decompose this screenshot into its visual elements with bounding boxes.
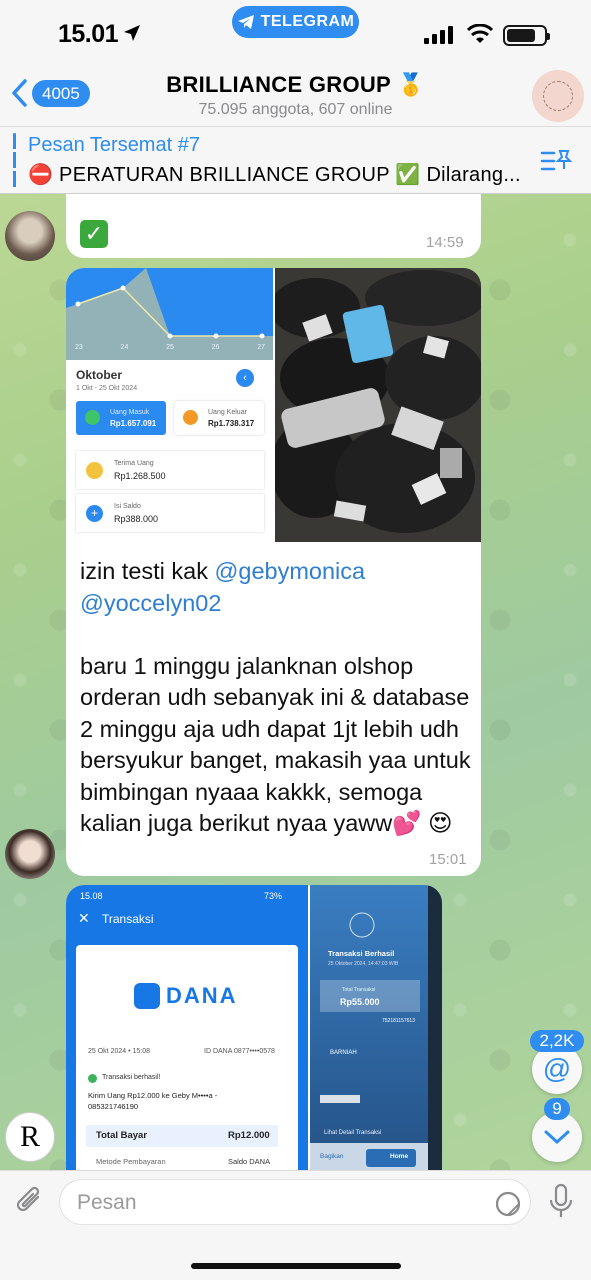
message-text-intro: izin testi kak — [80, 558, 215, 584]
chart-tick: 23 — [75, 344, 83, 351]
sender-avatar[interactable]: R — [5, 1112, 55, 1162]
message-body: baru 1 minggu jalanknan olshop orderan u… — [80, 652, 471, 837]
message-time: 14:59 — [426, 234, 464, 251]
shot-receipt-card: DANA 25 Okt 2024 • 15:08 ID DANA 0877•••… — [76, 945, 298, 1185]
at-sign-icon: @ — [542, 1053, 572, 1084]
sender-avatar[interactable] — [5, 829, 55, 879]
battery-icon — [503, 25, 550, 46]
photo-dana-receipt[interactable]: 15.08 73% ✕ Transaksi DANA 25 Okt 2024 •… — [66, 885, 308, 1185]
status-bar: 15.01 TELEGRAM — [0, 0, 591, 70]
shot-chevron-icon: ‹ — [236, 369, 254, 387]
shot-row: Terima Uang Rp1.268.500 — [76, 451, 264, 489]
sticker-icon[interactable] — [494, 1190, 522, 1218]
shot-month: Oktober — [76, 368, 123, 382]
shot-in-value: Rp1.657.091 — [110, 419, 157, 428]
attachment-icon[interactable] — [14, 1185, 46, 1219]
pinned-indicator — [13, 133, 16, 189]
shot-out-label: Uang Keluar — [208, 409, 247, 416]
group-title[interactable]: BRILLIANCE GROUP 🥇 — [0, 72, 591, 98]
message-bubble[interactable]: 23 24 25 26 27 Oktober 1 Okt - 25 Okt 20… — [66, 268, 481, 876]
status-time: 15.01 — [58, 20, 119, 48]
chart-tick: 24 — [120, 344, 129, 351]
chart-tick: 25 — [166, 344, 174, 351]
chevron-down-icon — [544, 1130, 570, 1145]
shot-status-batt: 73% — [264, 891, 283, 901]
pinned-message-bar[interactable]: Pesan Tersemat #7 ⛔ PERATURAN BRILLIANCE… — [0, 126, 591, 194]
shot-close-icon: ✕ — [78, 910, 90, 926]
message-time: 15:01 — [429, 851, 467, 868]
shot-out-card: Uang Keluar Rp1.738.317 — [174, 401, 264, 435]
shot-out-value: Rp1.738.317 — [208, 419, 255, 428]
mention-link[interactable]: @gebymonica — [215, 558, 366, 584]
shot-in-label: Uang Masuk — [110, 409, 150, 416]
unread-count-badge: 9 — [544, 1098, 570, 1120]
pinned-label: Pesan Tersemat #7 — [28, 134, 200, 156]
checkmark-emoji-icon: ✓ — [80, 220, 108, 248]
pinned-list-icon[interactable] — [540, 147, 572, 175]
shot-row: + Isi Saldo Rp388.000 — [76, 494, 264, 532]
photo-packages[interactable] — [275, 268, 481, 542]
chart-tick: 27 — [257, 344, 265, 351]
chart-tick: 26 — [211, 344, 220, 351]
group-subtitle: 75.095 anggota, 607 online — [198, 101, 393, 118]
shot-header: Transaksi — [102, 912, 154, 926]
telegram-plane-icon — [237, 15, 254, 29]
wifi-icon — [466, 24, 494, 43]
location-arrow-icon — [124, 25, 140, 41]
home-indicator — [191, 1263, 401, 1269]
photo-app-screenshot[interactable]: 23 24 25 26 27 Oktober 1 Okt - 25 Okt 20… — [66, 268, 273, 542]
message-bubble[interactable]: 15.08 73% ✕ Transaksi DANA 25 Okt 2024 •… — [66, 885, 442, 1185]
telegram-pill[interactable]: TELEGRAM — [232, 6, 359, 38]
chat-header: 4005 BRILLIANCE GROUP 🥇 75.095 anggota, … — [0, 70, 591, 126]
microphone-icon[interactable] — [547, 1183, 575, 1221]
shot-in-card: Uang Masuk Rp1.657.091 — [76, 401, 166, 435]
mention-link[interactable]: @yoccelyn02 — [80, 590, 221, 616]
telegram-pill-label: TELEGRAM — [260, 13, 355, 30]
shot-brand: DANA — [166, 983, 238, 1008]
pinned-text: ⛔ PERATURAN BRILLIANCE GROUP ✅ Dilarang.… — [28, 164, 521, 186]
sender-avatar[interactable] — [5, 211, 55, 261]
message-placeholder: Pesan — [77, 1191, 137, 1214]
cellular-signal-icon — [424, 26, 453, 44]
message-text: izin testi kak @gebymonica @yoccelyn02 b… — [80, 556, 475, 840]
shot-status-time: 15.08 — [80, 891, 103, 901]
group-avatar[interactable] — [532, 70, 584, 122]
message-input[interactable]: Pesan — [59, 1179, 531, 1225]
mentions-count-badge: 2,2K — [530, 1030, 584, 1052]
shot-range: 1 Okt - 25 Okt 2024 — [76, 385, 138, 392]
message-composer: Pesan — [0, 1170, 591, 1280]
photo-transfer-receipt[interactable]: Transaksi Berhasil 25 Oktober 2024, 14:4… — [310, 885, 442, 1185]
